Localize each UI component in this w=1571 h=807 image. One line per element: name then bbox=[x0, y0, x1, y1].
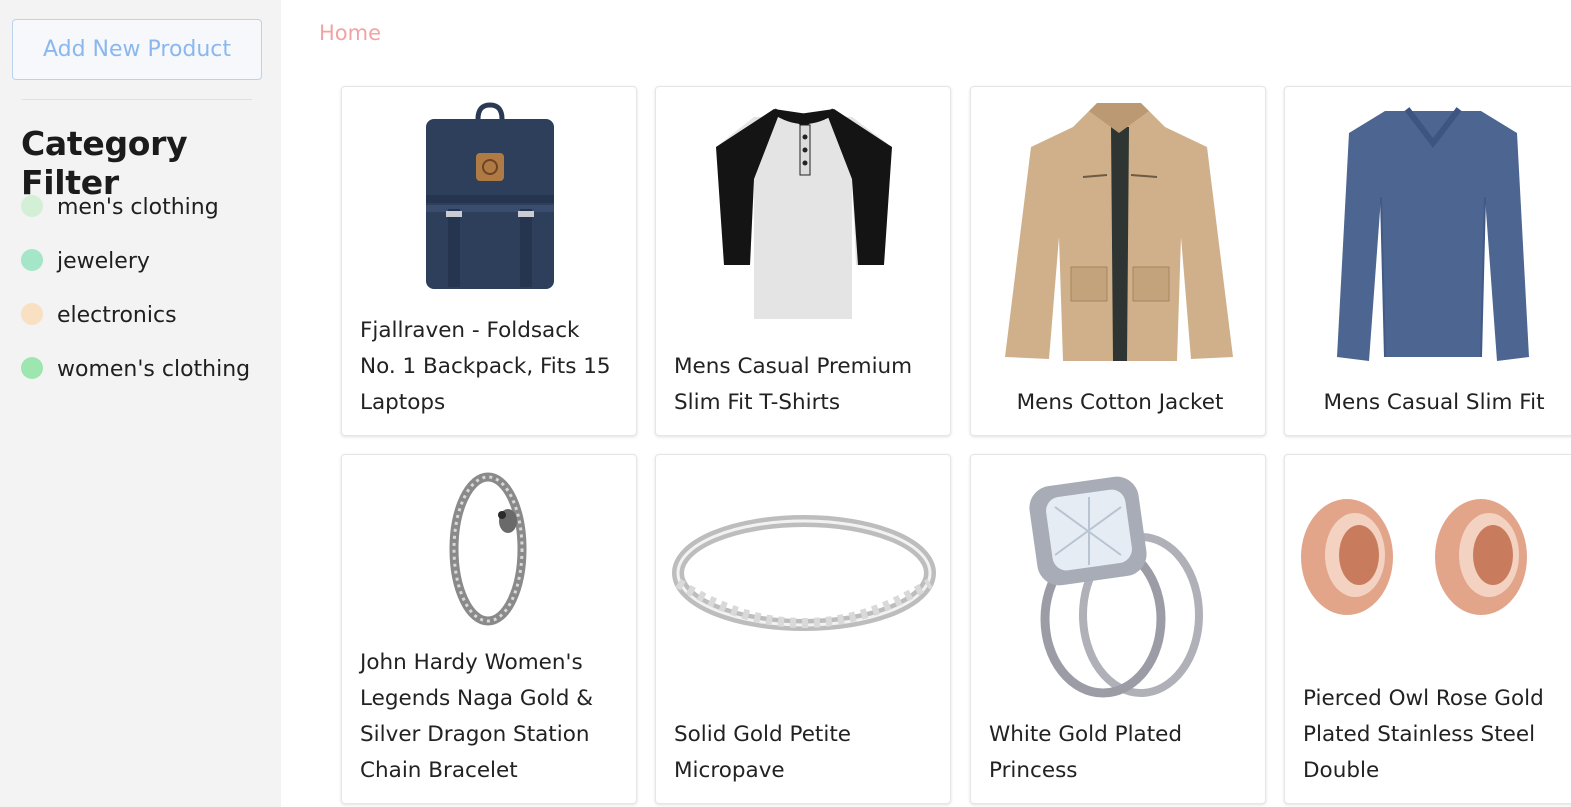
longsleeve-shirt-image bbox=[1337, 107, 1529, 361]
product-card[interactable]: John Hardy Women's Legends Naga Gold & S… bbox=[341, 454, 637, 804]
category-dot-icon bbox=[21, 249, 43, 271]
raglan-tshirt-image bbox=[716, 108, 892, 319]
product-card[interactable]: Pierced Owl Rose Gold Plated Stainless S… bbox=[1284, 454, 1571, 804]
product-card[interactable]: Mens Casual Premium Slim Fit T-Shirts bbox=[655, 86, 951, 436]
micropave-ring-image bbox=[672, 515, 936, 631]
sidebar-divider bbox=[22, 99, 252, 100]
breadcrumb-home-link[interactable]: Home bbox=[319, 21, 381, 45]
product-card[interactable]: Mens Cotton Jacket bbox=[970, 86, 1266, 436]
cotton-jacket-image bbox=[1005, 103, 1233, 361]
product-title: Pierced Owl Rose Gold Plated Stainless S… bbox=[1303, 686, 1544, 783]
product-title: Mens Casual Premium Slim Fit T-Shirts bbox=[674, 354, 913, 415]
category-dot-icon bbox=[21, 195, 43, 217]
category-filter-item-mens-clothing[interactable]: men's clothing bbox=[21, 180, 250, 234]
category-filter-item-jewelery[interactable]: jewelery bbox=[21, 234, 250, 288]
category-filter-label: electronics bbox=[57, 302, 177, 328]
product-card[interactable]: Solid Gold Petite Micropave bbox=[655, 454, 951, 804]
product-title: Solid Gold Petite Micropave bbox=[674, 722, 851, 783]
product-card[interactable]: White Gold Plated Princess bbox=[970, 454, 1266, 804]
category-filter-item-womens-clothing[interactable]: women's clothing bbox=[21, 342, 250, 396]
category-filter-label: jewelery bbox=[57, 248, 150, 274]
product-title: Fjallraven - Foldsack No. 1 Backpack, Fi… bbox=[360, 318, 611, 415]
category-filter-item-electronics[interactable]: electronics bbox=[21, 288, 250, 342]
category-filter-list: men's clothing jewelery electronics wome… bbox=[21, 180, 250, 396]
product-title: Mens Casual Slim Fit bbox=[1323, 390, 1545, 415]
add-new-product-button[interactable]: Add New Product bbox=[12, 19, 262, 80]
backpack-image bbox=[426, 102, 554, 289]
product-title: Mens Cotton Jacket bbox=[1016, 390, 1224, 415]
category-filter-label: women's clothing bbox=[57, 356, 251, 382]
dragon-bracelet-image bbox=[449, 472, 527, 626]
product-card[interactable]: Fjallraven - Foldsack No. 1 Backpack, Fi… bbox=[341, 86, 637, 436]
product-title: White Gold Plated Princess bbox=[989, 722, 1183, 783]
category-filter-label: men's clothing bbox=[57, 194, 219, 220]
category-dot-icon bbox=[21, 357, 43, 379]
product-title: John Hardy Women's Legends Naga Gold & S… bbox=[360, 650, 593, 783]
sidebar: Add New Product Category Filter men's cl… bbox=[0, 0, 281, 807]
product-card[interactable]: Mens Casual Slim Fit bbox=[1284, 86, 1571, 436]
rose-gold-plugs-image bbox=[1301, 499, 1527, 615]
princess-ring-image bbox=[1029, 476, 1203, 698]
category-dot-icon bbox=[21, 303, 43, 325]
